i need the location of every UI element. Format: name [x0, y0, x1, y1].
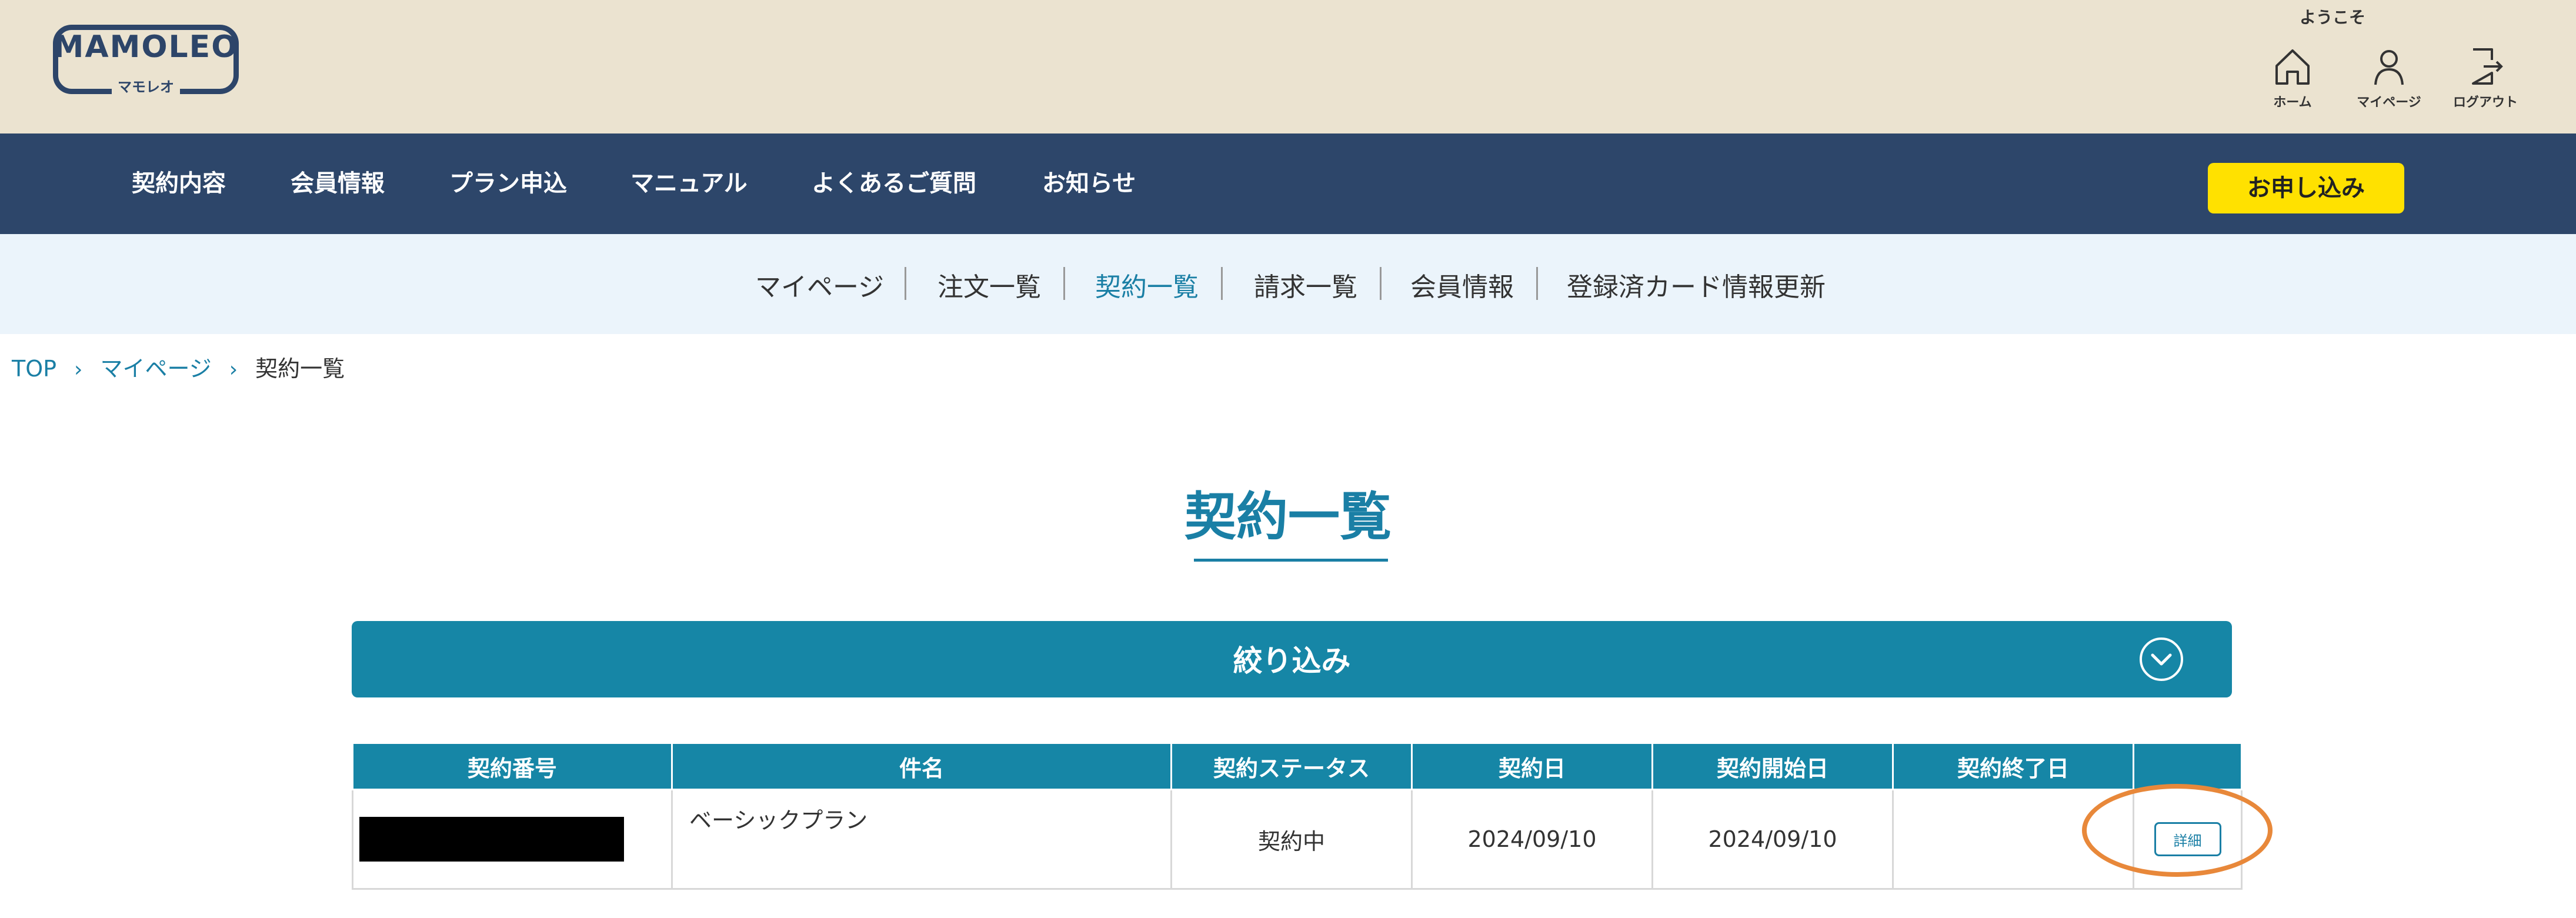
redacted-contract-no [359, 817, 624, 862]
nav-item-faq[interactable]: よくあるご質問 [812, 164, 976, 198]
logout-icon [2472, 48, 2503, 85]
table-row: ベーシックプラン 契約中 2024/09/10 2024/09/10 詳細 [352, 789, 2243, 890]
mypage-link[interactable]: マイページ [2348, 46, 2430, 116]
logo-subtext: マモレオ [53, 75, 239, 96]
cell-name: ベーシックプラン [671, 789, 1172, 890]
col-contract-date: 契約日 [1411, 742, 1653, 790]
subnav-item-contracts[interactable]: 契約一覧 [1095, 266, 1199, 303]
home-icon [2275, 49, 2310, 85]
filter-bar[interactable]: 絞り込み [352, 621, 2232, 697]
col-name: 件名 [671, 742, 1172, 790]
table-header-row: 契約番号 件名 契約ステータス 契約日 契約開始日 契約終了日 [352, 742, 2243, 790]
breadcrumb: TOP › マイページ › 契約一覧 [12, 350, 345, 383]
main-nav: 契約内容 会員情報 プラン申込 マニュアル よくあるご質問 お知らせ お申し込み [0, 133, 2576, 234]
cell-start-date: 2024/09/10 [1651, 789, 1894, 890]
nav-item-contract[interactable]: 契約内容 [132, 164, 226, 198]
nav-item-plan-apply[interactable]: プラン申込 [449, 164, 567, 198]
chevron-right-icon: › [74, 358, 83, 382]
subnav-divider [1221, 267, 1223, 300]
col-status: 契約ステータス [1170, 742, 1413, 790]
chevron-right-icon: › [229, 358, 238, 382]
subnav-divider [1536, 267, 1538, 300]
title-underline [1194, 559, 1388, 562]
subnav-item-invoices[interactable]: 請求一覧 [1254, 266, 1357, 303]
nav-item-manual[interactable]: マニュアル [630, 164, 748, 198]
detail-button[interactable]: 詳細 [2154, 822, 2221, 856]
logo[interactable]: MAMOLEO マモレオ [53, 25, 247, 101]
col-contract-no: 契約番号 [352, 742, 673, 790]
cell-action: 詳細 [2133, 789, 2243, 890]
logo-text: MAMOLEO [53, 29, 239, 65]
apply-button[interactable]: お申し込み [2208, 163, 2404, 213]
site-header: MAMOLEO マモレオ ようこそ ホーム マイページ ログアウト [0, 0, 2576, 133]
contracts-table: 契約番号 件名 契約ステータス 契約日 契約開始日 契約終了日 ベーシックプラン… [352, 742, 2243, 890]
cell-end-date [1892, 789, 2134, 890]
cell-contract-no [352, 789, 673, 890]
subnav-item-member-info[interactable]: 会員情報 [1410, 266, 1514, 303]
sub-nav: マイページ 注文一覧 契約一覧 請求一覧 会員情報 登録済カード情報更新 [0, 234, 2576, 334]
welcome-text: ようこそ [2300, 8, 2366, 27]
subnav-item-mypage[interactable]: マイページ [755, 266, 884, 303]
logo-subtext-label: マモレオ [112, 79, 180, 95]
breadcrumb-top[interactable]: TOP [12, 356, 56, 382]
user-icon [2374, 50, 2404, 85]
col-action [2133, 742, 2243, 790]
page-title: 契約一覧 [1184, 486, 1392, 547]
breadcrumb-current: 契約一覧 [255, 356, 345, 382]
subnav-item-card-update[interactable]: 登録済カード情報更新 [1567, 266, 1826, 303]
col-start-date: 契約開始日 [1651, 742, 1894, 790]
subnav-divider [905, 267, 906, 300]
filter-label: 絞り込み [1233, 644, 1351, 678]
nav-item-news[interactable]: お知らせ [1042, 164, 1136, 198]
nav-item-member[interactable]: 会員情報 [291, 164, 385, 198]
chevron-down-circle-icon[interactable] [2138, 636, 2184, 682]
home-link[interactable]: ホーム [2251, 46, 2334, 116]
breadcrumb-mypage[interactable]: マイページ [100, 356, 211, 382]
mypage-label: マイページ [2357, 95, 2421, 110]
logout-link[interactable]: ログアウト [2444, 46, 2527, 116]
subnav-item-orders[interactable]: 注文一覧 [937, 266, 1041, 303]
cell-status: 契約中 [1170, 789, 1413, 890]
subnav-divider [1063, 267, 1065, 300]
subnav-divider [1380, 267, 1382, 300]
logout-label: ログアウト [2452, 95, 2518, 110]
col-end-date: 契約終了日 [1892, 742, 2134, 790]
home-label: ホーム [2273, 95, 2312, 110]
cell-contract-date: 2024/09/10 [1411, 789, 1653, 890]
